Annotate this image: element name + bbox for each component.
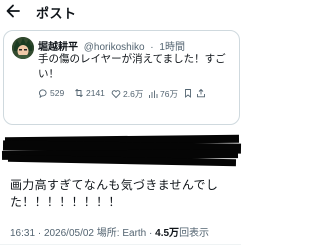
reply-icon: [39, 89, 47, 98]
post-views-suffix: 回表示: [179, 228, 210, 239]
share-icon: [197, 88, 205, 98]
avatar[interactable]: [12, 37, 34, 59]
bookmark-icon: [185, 89, 191, 98]
quoted-post-text: 手の傷のレイヤーが消えてました！すごい！: [38, 53, 226, 80]
views-button[interactable]: 76万: [148, 88, 178, 100]
post-date: 2026/05/02: [43, 228, 94, 239]
repost-count: 2141: [86, 88, 105, 98]
page-title: ポスト: [36, 6, 77, 21]
post-text: 画力高すぎてなんも気づきませんでした！！！！！！！！: [10, 178, 219, 209]
repost-icon: [75, 88, 83, 98]
heart-icon: [111, 90, 121, 99]
post-time: 16:31: [10, 228, 36, 239]
reply-count: 529: [50, 88, 65, 98]
post-meta: 16:31 · 2026/05/02 場所: Earth · 4.5万回表示: [10, 224, 209, 239]
quoted-post-card[interactable]: 堀越耕平 @horikoshiko · 1時間 手の傷のレイヤーが消えてました！…: [3, 30, 240, 125]
divider: [0, 244, 241, 245]
meta-dot-1: ·: [37, 228, 42, 239]
post-views-count[interactable]: 4.5万: [155, 228, 179, 239]
back-arrow-icon[interactable]: [5, 2, 21, 20]
views-icon: [149, 90, 158, 98]
quoted-author-line: 堀越耕平 @horikoshiko · 1時間: [38, 38, 185, 53]
meta-dot-2: ·: [149, 228, 153, 239]
reply-button[interactable]: 529: [38, 88, 64, 98]
post-location: 場所: Earth: [96, 228, 147, 239]
quoted-metrics: 529 2141 2.6万 76万: [38, 88, 238, 100]
like-count: 2.6万: [123, 89, 144, 99]
repost-button[interactable]: 2141: [74, 88, 105, 98]
share-button[interactable]: [196, 88, 208, 98]
bookmark-button[interactable]: [183, 88, 195, 98]
like-button[interactable]: 2.6万: [111, 88, 143, 100]
top-bar: ポスト: [0, 0, 241, 24]
views-count: 76万: [160, 89, 178, 99]
